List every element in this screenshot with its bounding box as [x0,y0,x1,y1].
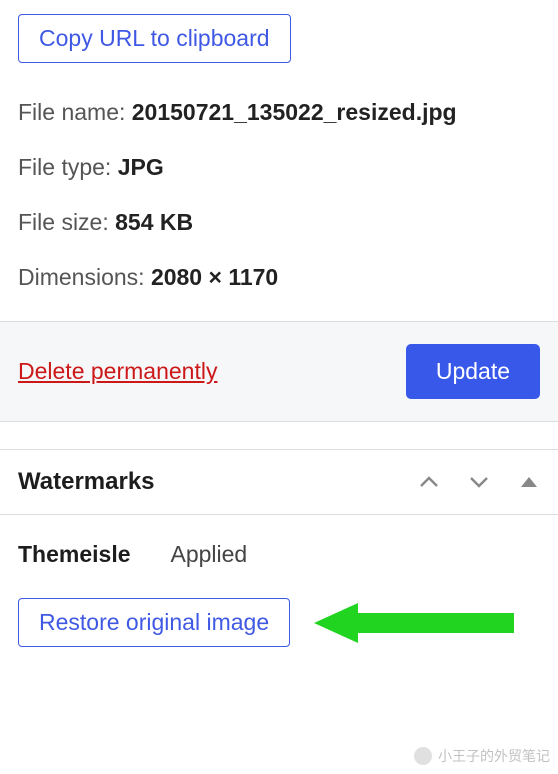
file-type-value: JPG [118,154,164,180]
file-type-row: File type: JPG [18,154,540,181]
file-name-value: 20150721_135022_resized.jpg [132,99,457,125]
file-size-value: 854 KB [115,209,193,235]
credit-avatar-icon [414,747,432,765]
action-bar: Delete permanently Update [0,321,558,422]
panel-spacer [0,422,558,450]
chevron-up-icon[interactable] [418,471,440,493]
chevron-down-icon[interactable] [468,471,490,493]
dimensions-row: Dimensions: 2080 × 1170 [18,264,540,291]
file-size-row: File size: 854 KB [18,209,540,236]
dimensions-label: Dimensions: [18,264,145,290]
collapse-icon[interactable] [518,471,540,493]
restore-row: Restore original image [18,598,540,647]
watermark-status: Applied [171,541,248,568]
file-details-section: Copy URL to clipboard File name: 2015072… [0,0,558,321]
dimensions-value: 2080 × 1170 [151,264,278,290]
copy-url-button[interactable]: Copy URL to clipboard [18,14,291,63]
update-button[interactable]: Update [406,344,540,399]
file-name-row: File name: 20150721_135022_resized.jpg [18,99,540,126]
watermarks-panel-header[interactable]: Watermarks [0,450,558,515]
credit-text: 小王子的外贸笔记 [438,746,550,766]
watermark-item-row: Themeisle Applied [18,541,540,568]
restore-original-button[interactable]: Restore original image [18,598,290,647]
file-type-label: File type: [18,154,111,180]
watermark-name: Themeisle [18,541,131,568]
file-name-label: File name: [18,99,125,125]
file-size-label: File size: [18,209,109,235]
annotation-arrow-icon [314,601,540,645]
panel-header-icons [418,471,540,493]
delete-permanently-link[interactable]: Delete permanently [18,358,217,385]
watermarks-panel-body: Themeisle Applied Restore original image [0,515,558,667]
watermarks-panel-title: Watermarks [18,468,155,496]
image-credit-watermark: 小王子的外贸笔记 [414,746,550,766]
